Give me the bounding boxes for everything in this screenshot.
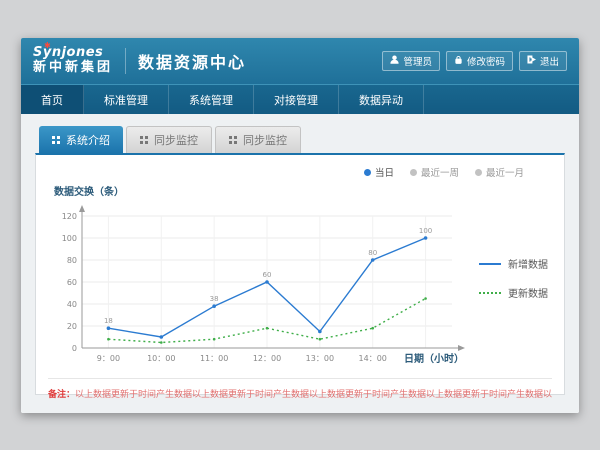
series-label: 更新数据 [508,285,548,300]
chart-panel: 当日 最近一周 最近一月 数据交换（条） 0 20 40 60 80 100 120 9：00… [35,153,565,395]
y-tick-label: 120 [62,212,77,221]
x-tick-label: 10：00 [147,354,175,363]
content-area: 系统介绍 同步监控 同步监控 当日 最近一周 [21,114,579,413]
tab-sync-monitor-1[interactable]: 同步监控 [126,126,212,154]
header-actions: 管理员 修改密码 退出 [382,51,567,71]
grid-icon [140,136,148,144]
nav-item-system-management[interactable]: 系统管理 [169,85,254,114]
note-row: 备注：以上数据更新于时间产生数据以上数据更新于时间产生数据以上数据更新于时间产生… [48,378,552,408]
brand-name: Synjones ✱ [33,46,113,61]
tab-sync-monitor-2[interactable]: 同步监控 [215,126,301,154]
main-nav: 首页 标准管理 系统管理 对接管理 数据异动 [21,84,579,114]
x-tick-label: 14：00 [359,354,387,363]
filter-label: 最近一月 [486,165,524,179]
y-axis-title: 数据交换（条） [54,183,552,198]
y-tick-label: 60 [67,278,77,287]
data-point [213,338,216,341]
y-tick-label: 20 [67,322,77,331]
x-tick-label: 11：00 [200,354,228,363]
period-filters: 当日 最近一周 最近一月 [48,165,552,179]
grid-icon [229,136,237,144]
data-label: 18 [104,317,113,325]
data-point [212,304,216,308]
nav-item-home[interactable]: 首页 [21,85,84,114]
series-label: 新增数据 [508,256,548,271]
data-point [265,280,269,284]
x-axis-title: 日期（小时） [404,350,464,365]
header-divider [125,48,126,74]
nav-item-data-changes[interactable]: 数据异动 [339,85,424,114]
y-tick-label: 0 [72,344,77,353]
nav-item-label: 数据异动 [359,92,403,108]
dashed-line-icon [479,292,501,294]
x-tick-label: 13：00 [306,354,334,363]
y-tick-label: 40 [67,300,77,309]
admin-button[interactable]: 管理员 [382,51,440,71]
legend-item-updated-data: 更新数据 [479,285,548,300]
user-icon [390,55,399,67]
filter-last-week[interactable]: 最近一周 [410,165,459,179]
tab-bar: 系统介绍 同步监控 同步监控 [39,126,565,154]
app-header: Synjones ✱ 新中新集团 数据资源中心 管理员 修改密码 退出 [21,38,579,84]
legend-item-new-data: 新增数据 [479,256,548,271]
chart-area: 0 20 40 60 80 100 120 9：00 10：00 11：00 12：00 13：00 1… [48,200,552,378]
data-point [107,338,110,341]
grid-icon [52,136,60,144]
data-point [424,297,427,300]
data-point [107,326,111,330]
nav-item-label: 对接管理 [274,92,318,108]
nav-item-standard-management[interactable]: 标准管理 [84,85,169,114]
solid-line-icon [479,263,501,265]
logout-label: 退出 [540,54,559,68]
nav-item-label: 标准管理 [104,92,148,108]
logout-icon [527,55,536,67]
data-point [160,341,163,344]
page-title: 数据资源中心 [138,49,246,73]
company-name: 新中新集团 [33,61,113,76]
data-point [318,330,322,334]
nav-item-connection-management[interactable]: 对接管理 [254,85,339,114]
data-point [424,236,428,240]
data-point [371,258,375,262]
note-text: 以上数据更新于时间产生数据以上数据更新于时间产生数据以上数据更新于时间产生数据以… [75,390,552,400]
data-label: 100 [419,227,432,235]
filter-label: 最近一周 [421,165,459,179]
x-tick-label: 9：00 [97,354,120,363]
legend-dot [475,169,482,176]
data-label: 60 [263,271,272,279]
x-tick-label: 12：00 [253,354,281,363]
admin-button-label: 管理员 [403,54,432,68]
data-point [319,338,322,341]
data-point [159,335,163,339]
app-window: Synjones ✱ 新中新集团 数据资源中心 管理员 修改密码 退出 首页 标… [21,38,579,413]
data-point [266,327,269,330]
y-tick-label: 100 [62,234,77,243]
filter-label: 当日 [375,165,394,179]
y-tick-label: 80 [67,256,77,265]
tab-label: 同步监控 [154,132,198,148]
nav-item-label: 首页 [41,92,63,108]
y-axis-arrow [79,205,85,212]
data-label: 80 [368,249,377,257]
tab-label: 同步监控 [243,132,287,148]
note-prefix: 备注： [48,390,75,400]
series-legend: 新增数据 更新数据 [479,256,548,300]
legend-dot [364,169,371,176]
logo-mark-icon: ✱ [44,41,51,50]
tab-system-intro[interactable]: 系统介绍 [39,126,123,154]
tab-label: 系统介绍 [66,132,110,148]
change-password-label: 修改密码 [467,54,505,68]
legend-dot [410,169,417,176]
change-password-button[interactable]: 修改密码 [446,51,513,71]
nav-item-label: 系统管理 [189,92,233,108]
logo: Synjones ✱ 新中新集团 [33,46,113,76]
filter-last-month[interactable]: 最近一月 [475,165,524,179]
data-label: 38 [210,295,219,303]
filter-today[interactable]: 当日 [364,165,394,179]
data-point [371,327,374,330]
logout-button[interactable]: 退出 [519,51,567,71]
lock-icon [454,55,463,67]
